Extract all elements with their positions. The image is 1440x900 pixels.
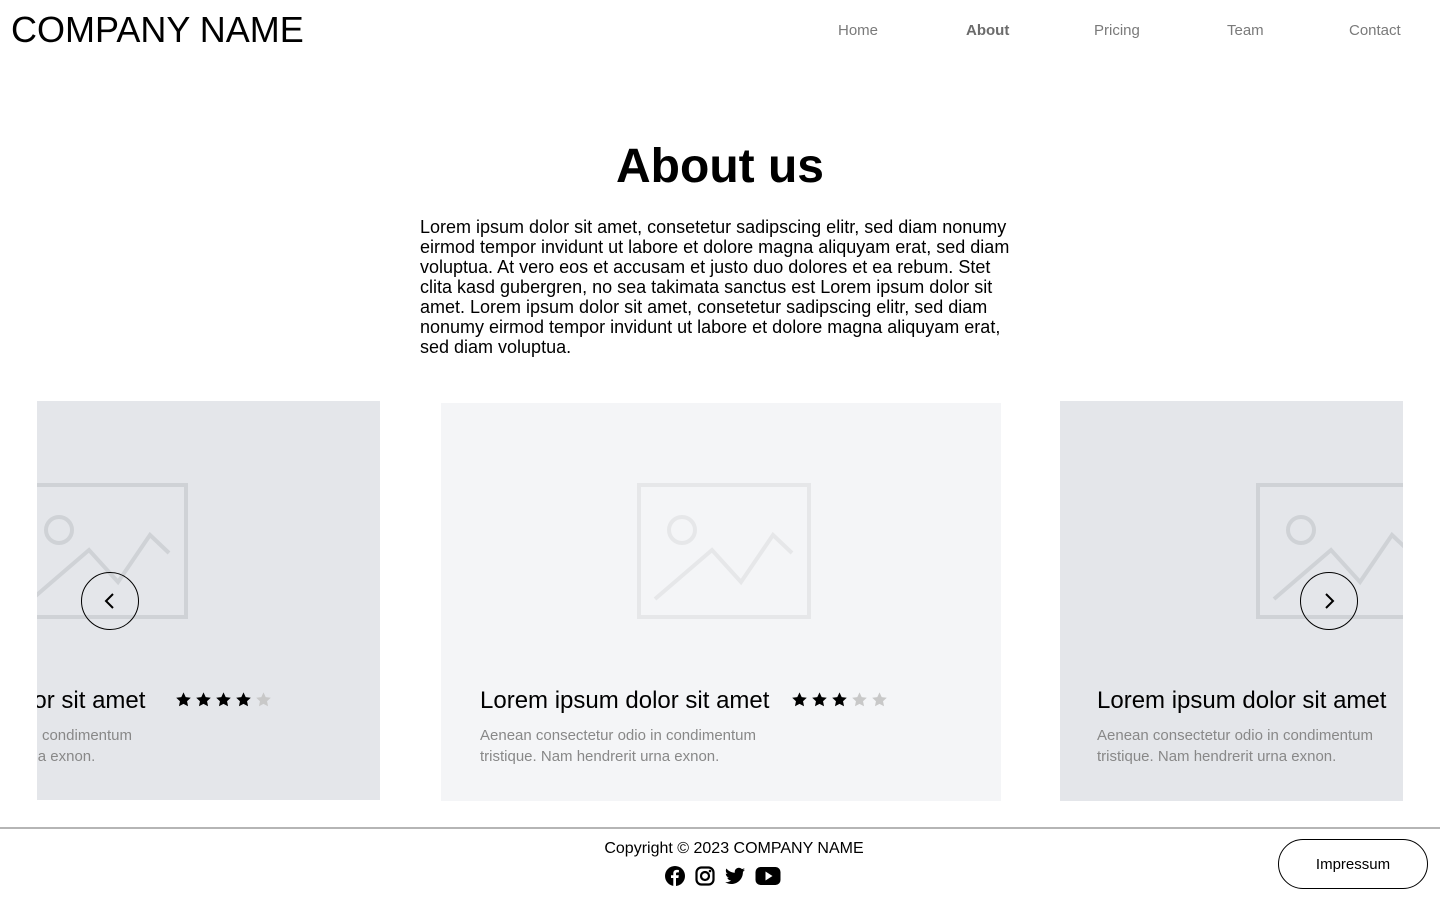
copyright-text: Copyright © 2023 COMPANY NAME bbox=[604, 840, 864, 857]
star-filled-icon bbox=[175, 691, 192, 708]
nav-about[interactable]: About bbox=[966, 22, 1009, 40]
carousel: Lorem ipsum dolor sit amet Aenean consec… bbox=[37, 401, 1403, 801]
twitter-icon[interactable] bbox=[725, 867, 745, 885]
image-placeholder-icon bbox=[637, 483, 811, 619]
star-filled-icon bbox=[215, 691, 232, 708]
youtube-icon[interactable] bbox=[755, 866, 781, 886]
carousel-next-button[interactable] bbox=[1300, 572, 1358, 630]
instagram-icon[interactable] bbox=[695, 866, 715, 886]
rating-stars bbox=[791, 691, 888, 708]
facebook-icon[interactable] bbox=[665, 866, 685, 886]
card-description: Aenean consectetur odio in condimentum t… bbox=[1097, 727, 1374, 765]
star-filled-icon bbox=[235, 691, 252, 708]
card-title: Lorem ipsum dolor sit amet bbox=[1097, 687, 1387, 714]
card-title: Lorem ipsum dolor sit amet bbox=[480, 687, 770, 714]
carousel-prev-button[interactable] bbox=[81, 572, 139, 630]
brand-logo[interactable]: COMPANY NAME bbox=[11, 10, 304, 50]
card-description: Aenean consectetur odio in condimentum t… bbox=[480, 727, 757, 765]
rating-stars bbox=[175, 691, 272, 708]
social-links bbox=[665, 866, 781, 886]
nav-home[interactable]: Home bbox=[838, 22, 878, 40]
card-title: Lorem ipsum dolor sit amet bbox=[37, 687, 146, 714]
page-title: About us bbox=[616, 140, 824, 193]
carousel-card-center[interactable]: Lorem ipsum dolor sit amet Aenean consec… bbox=[441, 403, 1001, 801]
star-filled-icon bbox=[195, 691, 212, 708]
star-filled-icon bbox=[811, 691, 828, 708]
nav-team[interactable]: Team bbox=[1227, 22, 1264, 40]
star-empty-icon bbox=[871, 691, 888, 708]
star-filled-icon bbox=[831, 691, 848, 708]
nav-contact[interactable]: Contact bbox=[1349, 22, 1401, 40]
footer-divider bbox=[0, 827, 1440, 829]
impressum-button[interactable]: Impressum bbox=[1278, 839, 1428, 889]
chevron-left-icon bbox=[104, 593, 114, 609]
chevron-right-icon bbox=[1325, 593, 1335, 609]
star-empty-icon bbox=[851, 691, 868, 708]
star-empty-icon bbox=[255, 691, 272, 708]
intro-text: Lorem ipsum dolor sit amet, consetetur s… bbox=[420, 217, 1010, 357]
star-filled-icon bbox=[791, 691, 808, 708]
site-header: COMPANY NAME Home About Pricing Team Con… bbox=[0, 0, 1440, 60]
nav-pricing[interactable]: Pricing bbox=[1094, 22, 1140, 40]
card-description: Aenean consectetur odio in condimentum t… bbox=[37, 727, 133, 765]
